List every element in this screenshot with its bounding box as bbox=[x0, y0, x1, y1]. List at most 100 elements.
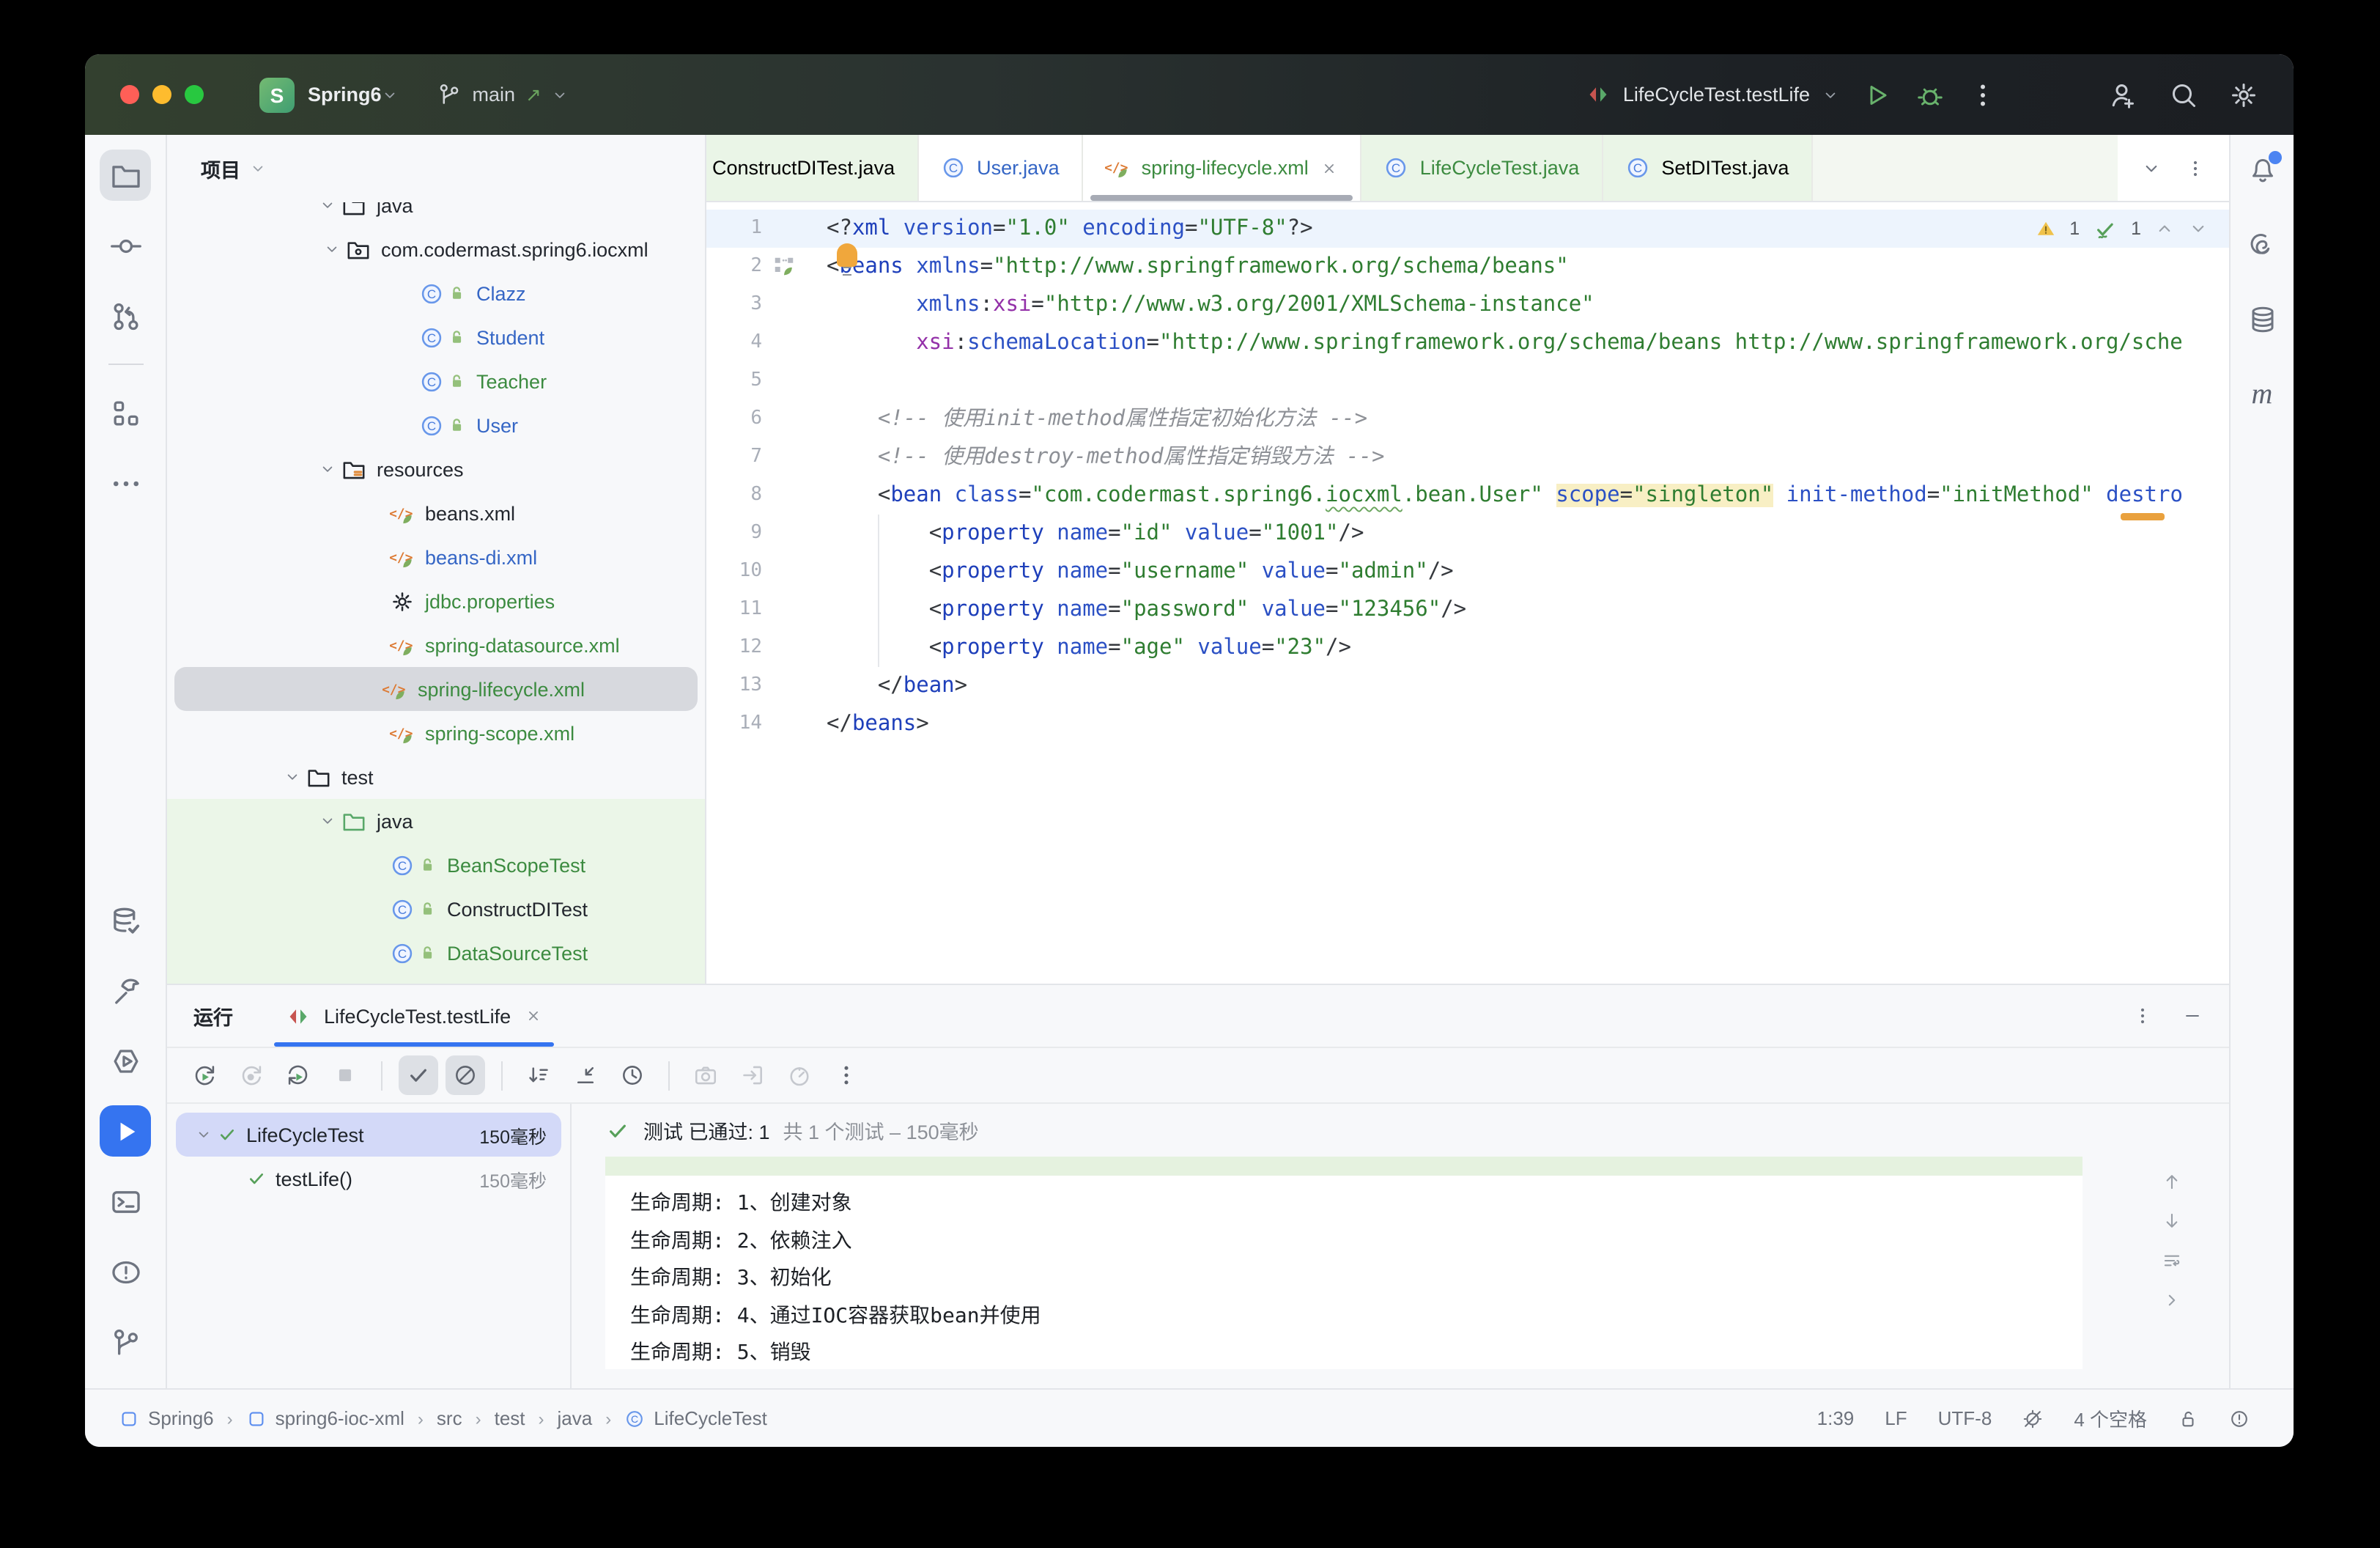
run-tool-window-title[interactable]: 运行 bbox=[193, 1001, 233, 1031]
version-control-tool-button[interactable] bbox=[100, 1316, 151, 1368]
test-more-options-button[interactable] bbox=[827, 1055, 866, 1095]
import-test-results-button[interactable] bbox=[733, 1055, 772, 1095]
chevron-down-icon[interactable] bbox=[314, 812, 341, 830]
tree-row[interactable]: </>spring-datasource.xml bbox=[167, 623, 705, 667]
tree-row[interactable]: jdbc.properties bbox=[167, 579, 705, 623]
run-tab[interactable]: LifeCycleTest.testLife bbox=[286, 985, 542, 1047]
chevron-down-icon[interactable] bbox=[314, 202, 341, 214]
project-chevron-icon[interactable] bbox=[382, 86, 399, 103]
tree-row[interactable]: CBeanScopeTest bbox=[167, 843, 705, 887]
breadcrumb-item[interactable]: java bbox=[558, 1407, 593, 1429]
test-tree-row[interactable]: testLife()150毫秒 bbox=[176, 1157, 561, 1201]
maven-tool-button[interactable]: m bbox=[2252, 380, 2273, 410]
tree-row[interactable]: CDataSourceTest bbox=[167, 931, 705, 975]
minimize-window-button[interactable] bbox=[152, 85, 171, 104]
intention-bulb-icon[interactable] bbox=[836, 243, 857, 267]
tree-row[interactable]: test bbox=[167, 755, 705, 799]
hide-run-panel-button[interactable] bbox=[2182, 1006, 2203, 1026]
commit-tool-button[interactable] bbox=[100, 220, 151, 271]
run-tool-button[interactable] bbox=[100, 1105, 151, 1157]
editor-tab[interactable]: CSetDITest.java bbox=[1603, 135, 1812, 201]
expand-console-button[interactable] bbox=[2162, 1290, 2182, 1311]
chevron-down-icon[interactable] bbox=[314, 460, 341, 478]
more-actions-button[interactable] bbox=[1968, 80, 1998, 109]
sort-by-duration-button[interactable] bbox=[519, 1055, 558, 1095]
test-history-button[interactable] bbox=[613, 1055, 652, 1095]
editor-options-button[interactable] bbox=[2185, 158, 2206, 178]
breadcrumb-item[interactable]: test bbox=[495, 1407, 525, 1429]
hidden-tabs-button[interactable] bbox=[2141, 158, 2162, 178]
tree-row[interactable]: CTeacher bbox=[167, 359, 705, 403]
run-button[interactable] bbox=[1863, 80, 1892, 109]
stop-button[interactable] bbox=[325, 1055, 365, 1095]
services-tool-button[interactable] bbox=[100, 1035, 151, 1086]
tree-row[interactable]: </>spring-scope.xml bbox=[167, 711, 705, 755]
caret-position[interactable]: 1:39 bbox=[1817, 1407, 1855, 1429]
show-coverage-button[interactable] bbox=[780, 1055, 819, 1095]
persistence-tool-button[interactable] bbox=[100, 894, 151, 946]
editor-tab[interactable]: CConstructDITest.java bbox=[706, 135, 918, 201]
soft-wrap-button[interactable] bbox=[2162, 1250, 2182, 1271]
run-panel-options-button[interactable] bbox=[2132, 1006, 2153, 1026]
code-with-me-button[interactable] bbox=[2109, 80, 2138, 109]
show-passed-button[interactable] bbox=[399, 1055, 438, 1095]
branch-widget[interactable]: main ↗ bbox=[437, 82, 569, 107]
database-tool-button[interactable] bbox=[2247, 305, 2277, 342]
tree-row[interactable]: CConstructDITest bbox=[167, 887, 705, 931]
tree-row[interactable]: </>beans.xml bbox=[167, 491, 705, 535]
editor-tab[interactable]: </>spring-lifecycle.xml bbox=[1083, 135, 1361, 201]
tree-row[interactable]: CStudent bbox=[167, 315, 705, 359]
toggle-auto-test-button[interactable] bbox=[278, 1055, 318, 1095]
writable-toggle-icon[interactable] bbox=[2178, 1408, 2198, 1429]
test-console[interactable]: 生命周期: 1、创建对象生命周期: 2、依赖注入生命周期: 3、初始化生命周期:… bbox=[605, 1157, 2082, 1369]
zoom-window-button[interactable] bbox=[185, 85, 204, 104]
settings-button[interactable] bbox=[2229, 80, 2258, 109]
line-separator[interactable]: LF bbox=[1885, 1407, 1907, 1429]
debug-button[interactable] bbox=[1915, 80, 1945, 109]
show-ignored-button[interactable] bbox=[446, 1055, 485, 1095]
editor[interactable]: 1<?xml version="1.0" encoding="UTF-8"?>2… bbox=[706, 202, 2229, 984]
console-output[interactable]: 生命周期: 1、创建对象生命周期: 2、依赖注入生命周期: 3、初始化生命周期:… bbox=[605, 1176, 2082, 1369]
tree-row[interactable]: CUser bbox=[167, 403, 705, 447]
tree-row[interactable]: resources bbox=[167, 447, 705, 491]
problems-tool-button[interactable] bbox=[100, 1246, 151, 1297]
terminal-tool-button[interactable] bbox=[100, 1176, 151, 1227]
editor-tab[interactable]: CLifeCycleTest.java bbox=[1361, 135, 1603, 201]
test-tree-row[interactable]: LifeCycleTest150毫秒 bbox=[176, 1113, 561, 1157]
run-tab-close-icon[interactable] bbox=[524, 1007, 542, 1025]
project-name[interactable]: Spring6 bbox=[308, 84, 382, 106]
rerun-button[interactable] bbox=[185, 1055, 224, 1095]
tree-row[interactable]: java bbox=[167, 799, 705, 843]
editor-tab[interactable]: CUser.java bbox=[918, 135, 1083, 201]
highlighting-level-icon[interactable] bbox=[2022, 1408, 2043, 1429]
more-tools-button[interactable] bbox=[100, 457, 151, 509]
ai-assistant-button[interactable] bbox=[2247, 230, 2277, 267]
code-pane[interactable]: 1<?xml version="1.0" encoding="UTF-8"?>2… bbox=[706, 202, 2229, 984]
structure-tool-button[interactable] bbox=[100, 387, 151, 438]
file-encoding[interactable]: UTF-8 bbox=[1938, 1407, 1992, 1429]
tree-row[interactable]: java bbox=[167, 202, 705, 227]
scroll-up-button[interactable] bbox=[2162, 1171, 2182, 1192]
chevron-down-icon[interactable] bbox=[318, 240, 346, 258]
run-config-selector[interactable]: LifeCycleTest.testLife bbox=[1586, 82, 1839, 107]
indent-setting[interactable]: 4 个空格 bbox=[2074, 1404, 2147, 1432]
project-panel-header[interactable]: 项目 bbox=[167, 135, 705, 202]
chevron-down-icon[interactable] bbox=[191, 1126, 217, 1143]
project-tool-button[interactable] bbox=[100, 150, 151, 201]
tree-row[interactable]: com.codermast.spring6.iocxml bbox=[167, 227, 705, 271]
close-window-button[interactable] bbox=[120, 85, 139, 104]
breadcrumb-item[interactable]: Spring6 bbox=[119, 1407, 214, 1429]
breadcrumb-item[interactable]: spring6-ioc-xml bbox=[246, 1407, 404, 1429]
close-icon[interactable] bbox=[1320, 159, 1338, 177]
build-tool-button[interactable] bbox=[100, 965, 151, 1016]
spring-bean-gutter-icon[interactable] bbox=[762, 248, 806, 286]
notifications-button[interactable] bbox=[2247, 155, 2277, 192]
prev-problem-icon[interactable] bbox=[2154, 218, 2175, 239]
scroll-down-button[interactable] bbox=[2162, 1211, 2182, 1231]
breadcrumb-item[interactable]: CLifeCycleTest bbox=[624, 1407, 767, 1429]
breadcrumb-item[interactable]: src bbox=[437, 1407, 462, 1429]
tree-row[interactable]: </>spring-lifecycle.xml bbox=[174, 667, 698, 711]
pull-requests-tool-button[interactable] bbox=[100, 290, 151, 342]
search-everywhere-button[interactable] bbox=[2169, 80, 2198, 109]
tree-row[interactable]: CClazz bbox=[167, 271, 705, 315]
